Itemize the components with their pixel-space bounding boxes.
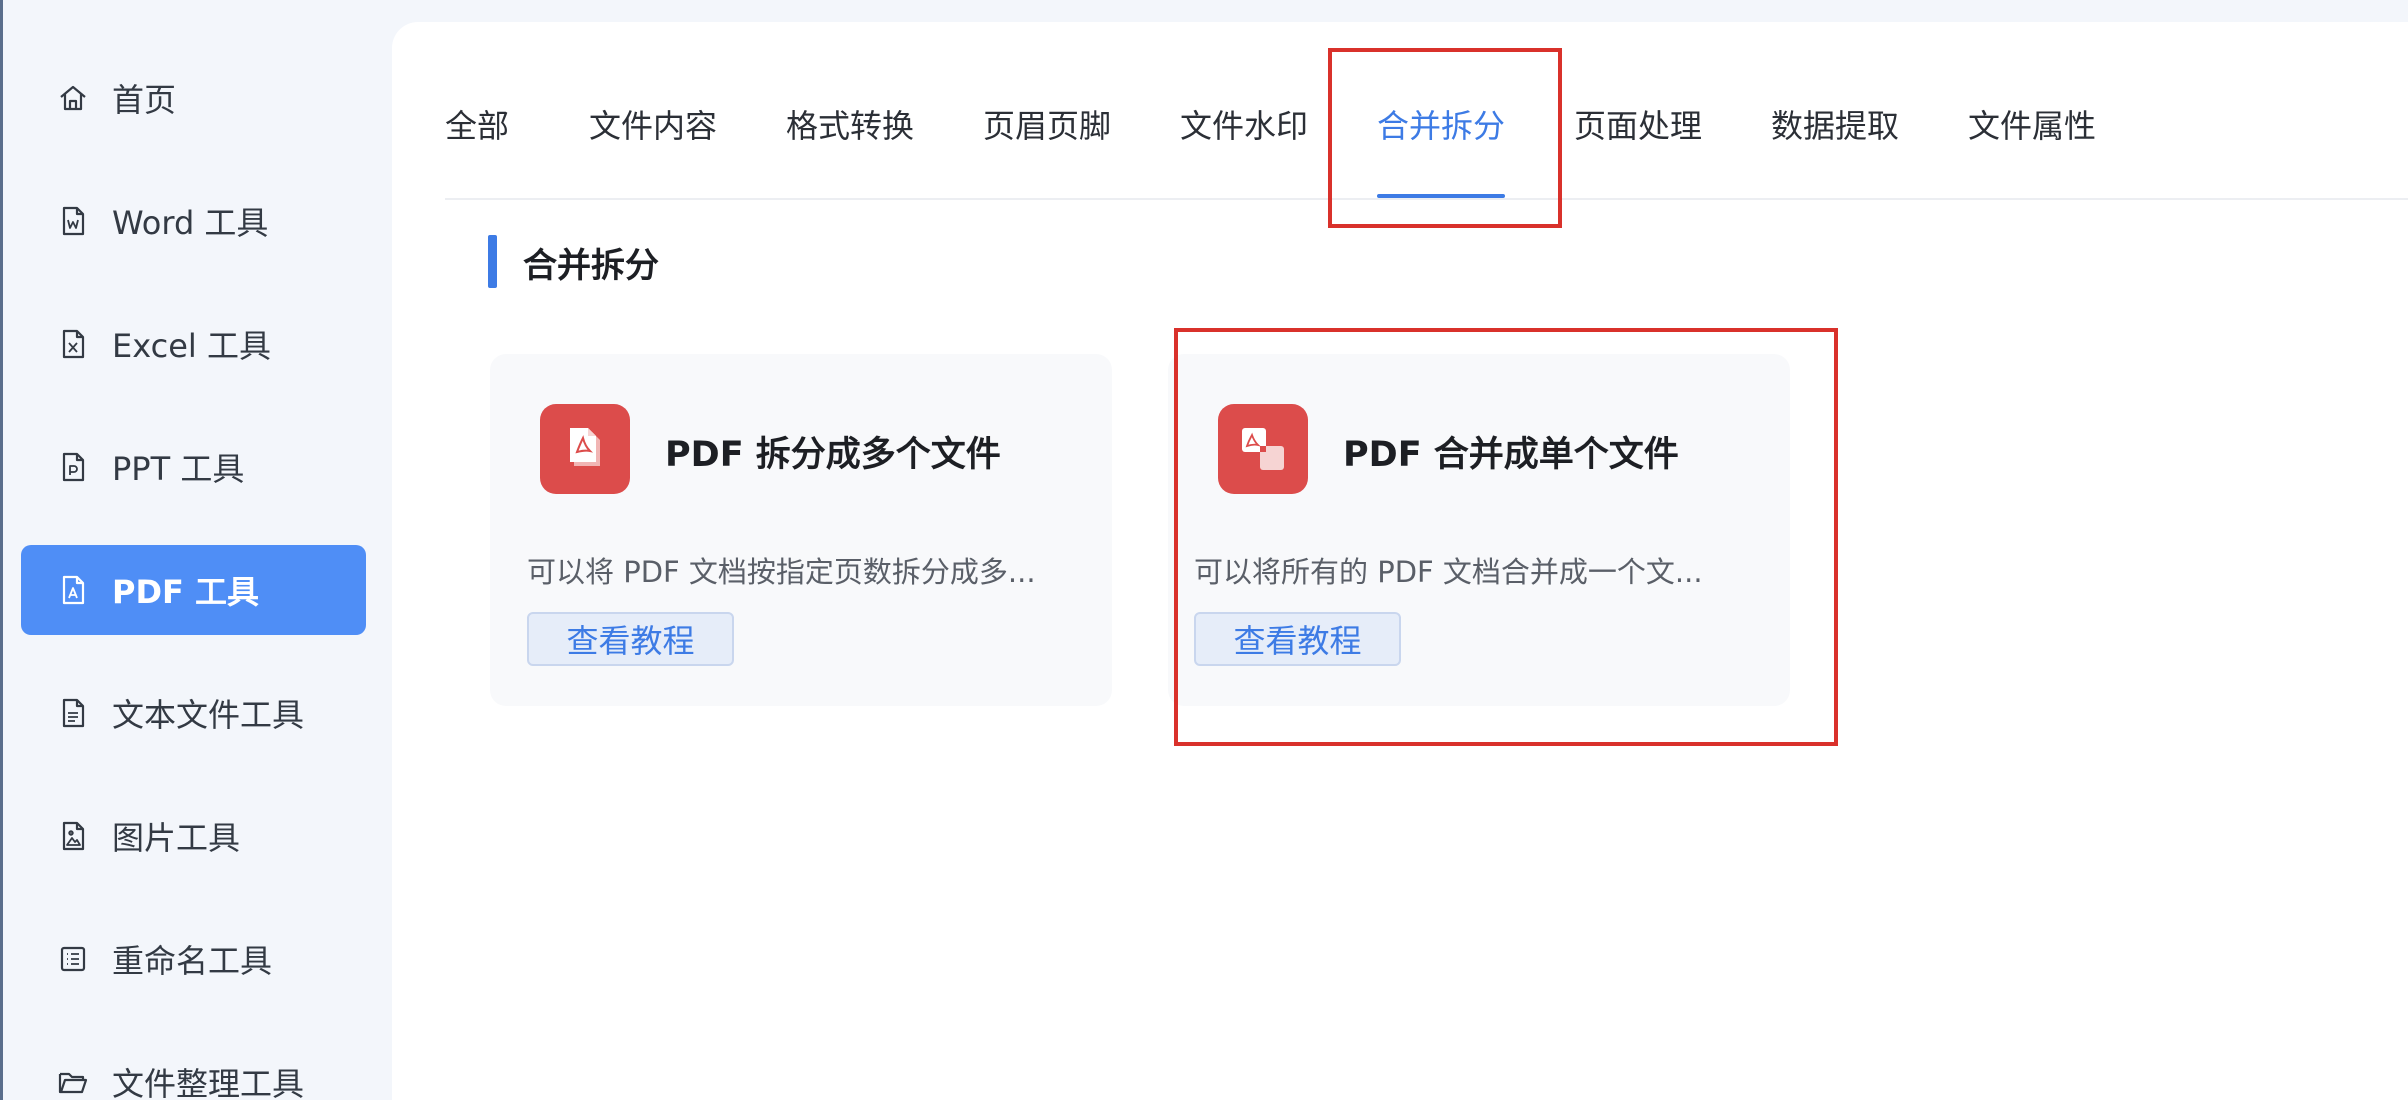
card-description: 可以将所有的 PDF 文档合并成一个文... (1194, 555, 1703, 589)
sidebar-item-label: 首页 (112, 81, 177, 119)
tab-page-process[interactable]: 页面处理 (1574, 102, 1702, 198)
sidebar-item-label: 重命名工具 (112, 942, 273, 980)
folder-icon (54, 1063, 92, 1100)
sidebar-item-label: 图片工具 (112, 819, 241, 857)
excel-file-icon (54, 325, 92, 363)
sidebar-item-home[interactable]: 首页 (21, 53, 366, 143)
tab-file-content[interactable]: 文件内容 (589, 102, 717, 198)
tab-label: 页面处理 (1574, 107, 1703, 145)
sidebar-item-ppt[interactable]: PPT 工具 (21, 422, 366, 512)
tool-card-pdf-merge[interactable]: PDF 合并成单个文件 可以将所有的 PDF 文档合并成一个文... 查看教程 (1168, 354, 1790, 706)
pdf-file-icon (54, 571, 92, 609)
tab-file-properties[interactable]: 文件属性 (1968, 102, 2096, 198)
tab-label: 页眉页脚 (983, 107, 1112, 145)
sidebar-item-image[interactable]: 图片工具 (21, 791, 366, 881)
tab-data-extract[interactable]: 数据提取 (1771, 102, 1899, 198)
app-window: 首页 Word 工具 Excel 工具 PPT 工具 PDF 工具 文本文件工具… (0, 0, 2408, 1100)
pdf-merge-icon (1218, 404, 1308, 494)
tab-label: 数据提取 (1771, 107, 1900, 145)
section-title: 合并拆分 (523, 246, 659, 286)
card-title: PDF 合并成单个文件 (1343, 435, 1679, 475)
text-file-icon (54, 694, 92, 732)
tab-label: 全部 (445, 107, 510, 145)
home-icon (54, 79, 92, 117)
main-panel: 全部 文件内容 格式转换 页眉页脚 文件水印 合并拆分 页面处理 数据提取 文件… (392, 22, 2408, 1100)
tab-watermark[interactable]: 文件水印 (1180, 102, 1308, 198)
sidebar-item-label: Word 工具 (112, 204, 269, 242)
rename-list-icon (54, 940, 92, 978)
sidebar-item-rename[interactable]: 重命名工具 (21, 914, 366, 1004)
ppt-file-icon (54, 448, 92, 486)
sidebar-item-label: PPT 工具 (112, 450, 245, 488)
sidebar-item-pdf[interactable]: PDF 工具 (21, 545, 366, 635)
sidebar: 首页 Word 工具 Excel 工具 PPT 工具 PDF 工具 文本文件工具… (0, 0, 385, 1100)
tab-label: 格式转换 (786, 107, 915, 145)
tab-label: 文件属性 (1968, 107, 2097, 145)
sidebar-item-label: Excel 工具 (112, 327, 271, 365)
category-tabs: 全部 文件内容 格式转换 页眉页脚 文件水印 合并拆分 页面处理 数据提取 文件… (445, 102, 2408, 200)
view-tutorial-button[interactable]: 查看教程 (1194, 612, 1401, 666)
tab-format-convert[interactable]: 格式转换 (786, 102, 914, 198)
tab-all[interactable]: 全部 (445, 102, 509, 198)
card-title: PDF 拆分成多个文件 (665, 435, 1001, 475)
sidebar-item-label: PDF 工具 (112, 573, 260, 611)
sidebar-item-text[interactable]: 文本文件工具 (21, 668, 366, 758)
sidebar-item-label: 文本文件工具 (112, 696, 305, 734)
tab-header-footer[interactable]: 页眉页脚 (983, 102, 1111, 198)
pdf-split-icon (540, 404, 630, 494)
tab-label: 文件水印 (1180, 107, 1309, 145)
sidebar-item-organize[interactable]: 文件整理工具 (21, 1037, 366, 1100)
image-file-icon (54, 817, 92, 855)
tab-merge-split[interactable]: 合并拆分 (1377, 102, 1506, 198)
tool-card-pdf-split[interactable]: PDF 拆分成多个文件 可以将 PDF 文档按指定页数拆分成多... 查看教程 (490, 354, 1112, 706)
sidebar-item-excel[interactable]: Excel 工具 (21, 299, 366, 389)
view-tutorial-button[interactable]: 查看教程 (527, 612, 734, 666)
word-file-icon (54, 202, 92, 240)
sidebar-item-word[interactable]: Word 工具 (21, 176, 366, 266)
card-description: 可以将 PDF 文档按指定页数拆分成多... (527, 555, 1036, 589)
sidebar-item-label: 文件整理工具 (112, 1065, 305, 1100)
section-accent-bar (488, 235, 497, 288)
active-tab-indicator (1377, 194, 1506, 198)
tab-label: 文件内容 (589, 107, 718, 145)
tab-label: 合并拆分 (1377, 107, 1506, 145)
